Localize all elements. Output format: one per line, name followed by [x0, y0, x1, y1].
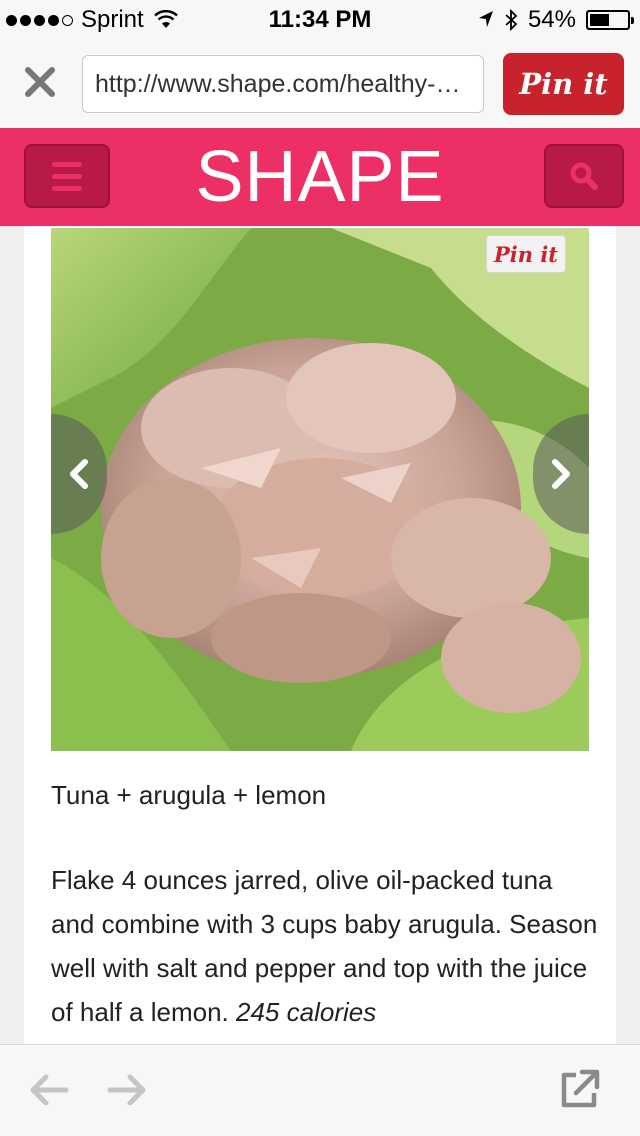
battery-icon — [586, 10, 634, 30]
site-header: SHAPE — [0, 128, 640, 226]
back-arrow-icon[interactable] — [28, 1071, 70, 1109]
search-icon — [570, 162, 598, 190]
status-bar: Sprint 11:34 PM 54% — [0, 0, 640, 40]
forward-arrow-icon[interactable] — [106, 1071, 148, 1109]
open-external-icon[interactable] — [558, 1067, 602, 1111]
tuna-salad-photo — [51, 228, 589, 751]
address-bar: http://www.shape.com/healthy-… Pin it — [0, 40, 640, 128]
bluetooth-icon — [505, 9, 518, 31]
browser-toolbar — [0, 1044, 640, 1136]
photo-pin-it-button[interactable]: Pin it — [486, 235, 566, 273]
battery-percent: 54% — [527, 6, 576, 33]
pin-it-button[interactable]: Pin it — [503, 53, 624, 115]
location-arrow-icon — [478, 11, 493, 27]
status-right: 54% — [478, 6, 634, 34]
calorie-count: 245 calories — [236, 997, 377, 1027]
battery-level — [590, 14, 610, 26]
slide-description: Flake 4 ounces jarred, olive oil-packed … — [51, 858, 601, 1034]
close-icon[interactable] — [20, 62, 60, 102]
search-button[interactable] — [544, 144, 624, 208]
chevron-right-icon — [552, 459, 570, 489]
chevron-left-icon — [70, 459, 88, 489]
url-field[interactable]: http://www.shape.com/healthy-… — [82, 55, 484, 113]
slide-caption: Tuna + arugula + lemon — [51, 780, 327, 810]
